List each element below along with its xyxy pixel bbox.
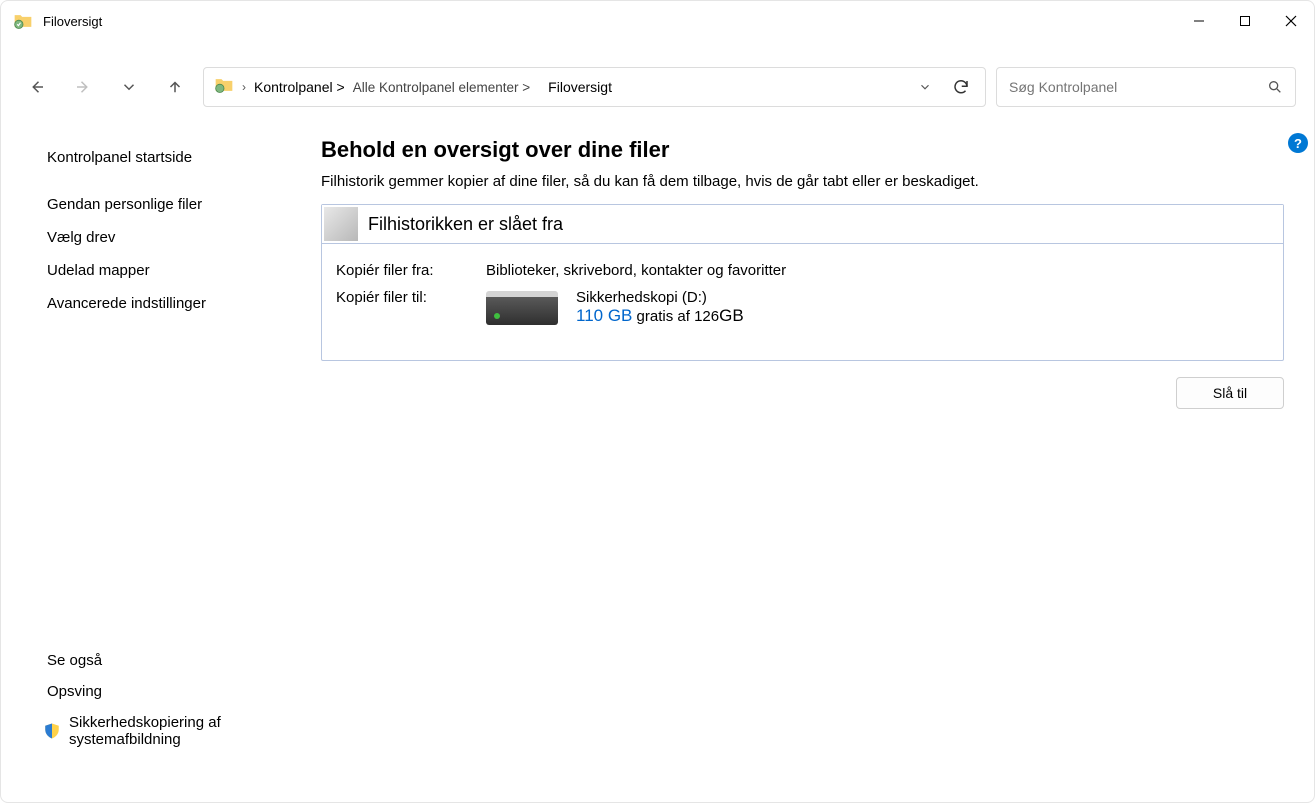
shield-icon [43,722,61,740]
address-icon [214,75,234,100]
sidebar-item-restore[interactable]: Gendan personlige filer [47,196,321,213]
address-dropdown[interactable] [911,73,939,101]
refresh-button[interactable] [947,73,975,101]
search-box[interactable] [996,67,1296,107]
status-title: Filhistorikken er slået fra [360,214,563,235]
breadcrumb-part3[interactable]: Filoversigt [548,79,612,95]
copy-from-value: Biblioteker, skrivebord, kontakter og fa… [486,262,786,279]
page-description: Filhistorik gemmer kopier af dine filer,… [321,173,1284,190]
page-heading: Behold en oversigt over dine filer [321,137,1284,163]
breadcrumb-part1[interactable]: Kontrolpanel > [254,79,345,95]
window-title: Filoversigt [43,14,102,29]
status-box: Filhistorikken er slået fra Kopiér filer… [321,204,1284,361]
forward-button[interactable] [65,69,101,105]
enable-button[interactable]: Slå til [1176,377,1284,409]
copy-to-label: Kopiér filer til: [336,289,486,326]
window-controls [1176,1,1314,41]
sidebar-item-advanced[interactable]: Avancerede indstillinger [47,295,321,312]
copy-from-label: Kopiér filer fra: [336,262,486,279]
see-also-system-image[interactable]: Sikkerhedskopiering af systemafbildning [15,714,321,748]
close-button[interactable] [1268,1,1314,41]
main-content: Behold en oversigt over dine filer Filhi… [321,131,1284,782]
minimize-button[interactable] [1176,1,1222,41]
drive-icon [486,291,558,325]
sidebar-item-select-drive[interactable]: Vælg drev [47,229,321,246]
back-button[interactable] [19,69,55,105]
breadcrumb-part2[interactable]: Alle Kontrolpanel elementer > [353,80,530,95]
recent-dropdown[interactable] [111,69,147,105]
sidebar-item-home[interactable]: Kontrolpanel startside [47,149,321,166]
titlebar: Filoversigt [1,1,1314,41]
sidebar-item-exclude[interactable]: Udelad mapper [47,262,321,279]
navigation-row: › Kontrolpanel > Alle Kontrolpanel eleme… [1,63,1314,111]
search-icon[interactable] [1267,79,1283,95]
search-input[interactable] [1009,79,1267,95]
up-button[interactable] [157,69,193,105]
see-also-header: Se også [47,652,321,669]
sidebar: Kontrolpanel startside Gendan personlige… [31,131,321,782]
see-also-recovery[interactable]: Opsving [19,683,321,700]
status-icon [324,207,358,241]
app-icon [13,11,33,31]
chevron-right-icon: › [242,80,246,94]
address-bar[interactable]: › Kontrolpanel > Alle Kontrolpanel eleme… [203,67,986,107]
drive-name: Sikkerhedskopi (D:) [576,289,744,306]
help-button[interactable]: ? [1288,133,1308,153]
maximize-button[interactable] [1222,1,1268,41]
drive-size: 110 GB gratis af 126GB [576,306,744,326]
